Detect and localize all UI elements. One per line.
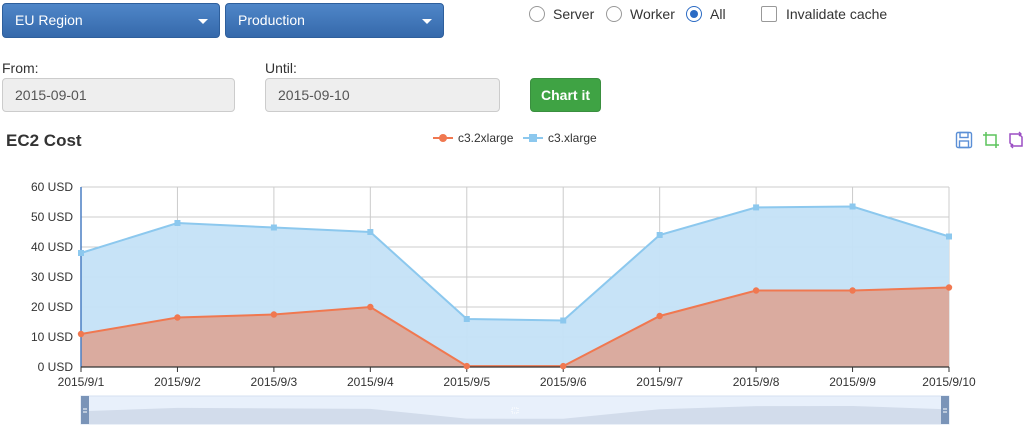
point-c3-xlarge[interactable] — [78, 250, 84, 256]
y-tick-label: 30 USD — [31, 270, 73, 284]
cost-area-chart: 0 USD 10 USD 20 USD 30 USD 40 USD 50 USD 60 US… — [31, 180, 976, 425]
chart-areas — [80, 205, 950, 368]
x-tick-label: 2015/9/10 — [922, 375, 976, 389]
point-c3-2xlarge[interactable] — [367, 303, 374, 311]
point-c3-2xlarge[interactable] — [752, 287, 760, 294]
y-tick-label: 50 USD — [31, 210, 73, 224]
point-c3-2xlarge[interactable] — [174, 314, 181, 321]
point-c3-xlarge[interactable] — [753, 204, 760, 211]
point-c3-xlarge[interactable] — [463, 316, 470, 322]
data-zoom-slider[interactable] — [80, 395, 950, 425]
point-c3-2xlarge[interactable] — [463, 362, 470, 370]
zoom-handle-right[interactable] — [941, 396, 949, 424]
point-c3-xlarge[interactable] — [560, 317, 567, 324]
y-axis-ticks: 0 USD 10 USD 20 USD 30 USD 40 USD 50 USD 60 US… — [31, 180, 73, 374]
point-c3-xlarge[interactable] — [946, 233, 952, 240]
point-c3-xlarge[interactable] — [849, 203, 856, 210]
x-tick-label: 2015/9/6 — [540, 375, 587, 389]
point-c3-2xlarge[interactable] — [656, 312, 663, 320]
point-c3-2xlarge[interactable] — [945, 284, 953, 291]
point-c3-2xlarge[interactable] — [560, 362, 567, 370]
point-c3-2xlarge[interactable] — [270, 311, 278, 318]
x-tick-label: 2015/9/5 — [443, 375, 490, 389]
point-c3-xlarge[interactable] — [270, 224, 277, 231]
x-tick-label: 2015/9/2 — [154, 375, 201, 389]
point-c3-xlarge[interactable] — [656, 232, 663, 238]
y-tick-label: 0 USD — [38, 360, 74, 374]
point-c3-xlarge[interactable] — [174, 220, 181, 226]
y-tick-label: 10 USD — [31, 330, 73, 344]
x-axis-ticks: 2015/9/1 2015/9/2 2015/9/3 2015/9/4 2015/9/5… — [58, 375, 976, 389]
y-tick-label: 40 USD — [31, 240, 73, 254]
zoom-handle-left[interactable] — [81, 396, 89, 424]
x-tick-label: 2015/9/1 — [58, 375, 105, 389]
y-tick-label: 20 USD — [31, 300, 73, 314]
point-c3-2xlarge[interactable] — [77, 330, 85, 338]
x-tick-label: 2015/9/8 — [733, 375, 780, 389]
x-tick-label: 2015/9/3 — [251, 375, 298, 389]
point-c3-xlarge[interactable] — [367, 229, 374, 235]
y-tick-label: 60 USD — [31, 180, 73, 194]
x-tick-label: 2015/9/4 — [347, 375, 394, 389]
point-c3-2xlarge[interactable] — [849, 287, 856, 294]
x-tick-label: 2015/9/9 — [829, 375, 876, 389]
x-tick-label: 2015/9/7 — [636, 375, 683, 389]
